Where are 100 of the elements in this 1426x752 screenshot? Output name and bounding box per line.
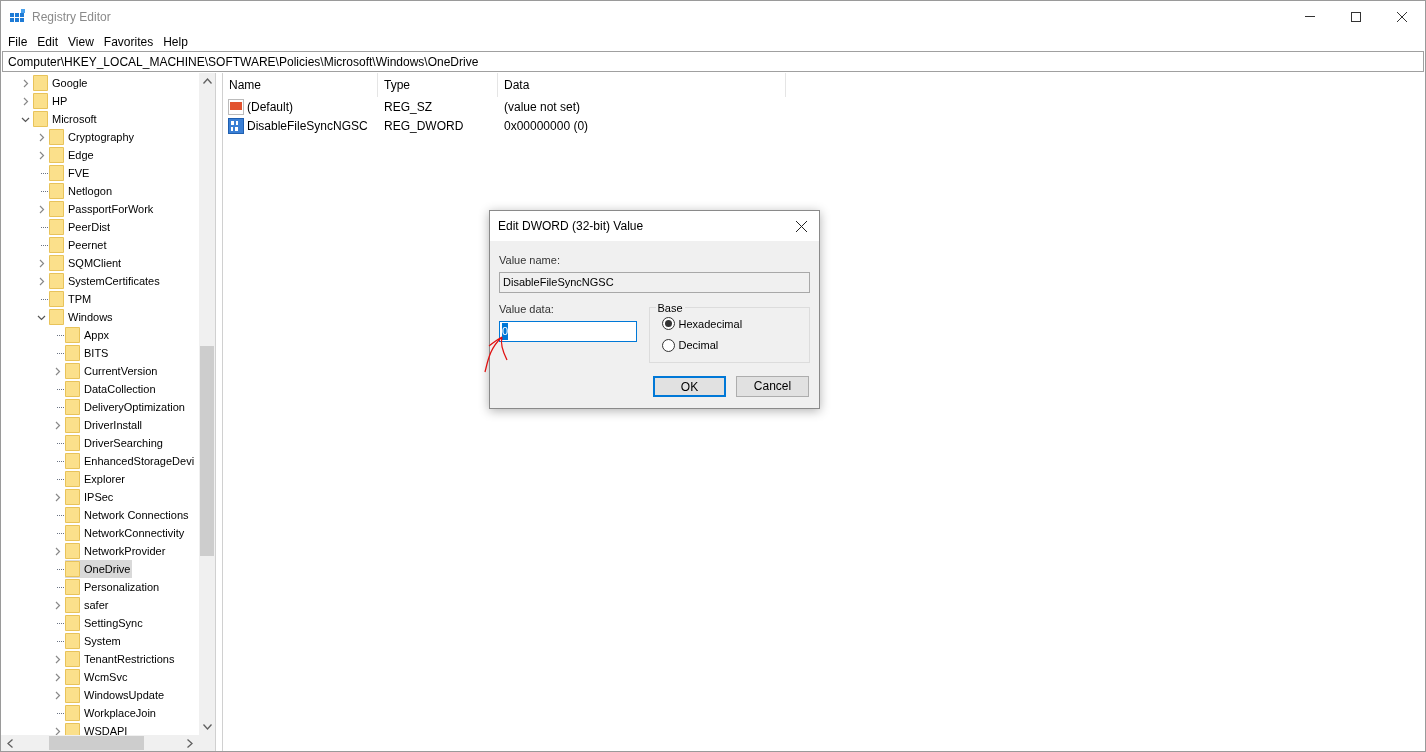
scroll-down-icon[interactable] [202, 724, 212, 730]
horizontal-scrollbar[interactable] [1, 735, 215, 751]
close-icon [795, 220, 807, 232]
radio-button[interactable] [661, 317, 675, 331]
folder-icon [33, 111, 48, 127]
value-data: (value not set) [504, 99, 581, 114]
folder-icon [49, 183, 64, 199]
menu-item[interactable]: File [3, 32, 33, 51]
radio-option[interactable]: Hexadecimal [661, 315, 809, 332]
value-data-field[interactable]: 0 [499, 321, 637, 342]
tree-item[interactable]: Microsoft [33, 110, 99, 128]
menu-item[interactable]: Favorites [98, 32, 159, 51]
tree-item[interactable]: Peernet [49, 236, 109, 254]
tree-item[interactable]: HP [33, 92, 70, 110]
tree-item[interactable]: WSDAPI [65, 722, 130, 735]
column-header[interactable]: Data [498, 73, 786, 97]
column-header[interactable]: Type [378, 73, 498, 97]
tree-item[interactable]: EnhancedStorageDevi [65, 452, 197, 470]
value-type: REG_SZ [384, 99, 432, 114]
folder-icon [65, 651, 80, 667]
tree-item[interactable]: Windows [49, 308, 115, 326]
tree-item[interactable]: Google [33, 74, 90, 92]
folder-icon [65, 345, 80, 361]
tree-item[interactable]: Appx [65, 326, 112, 344]
tree-item[interactable]: Edge [49, 146, 96, 164]
tree-item[interactable]: DriverInstall [65, 416, 145, 434]
tree-item[interactable]: Cryptography [49, 128, 137, 146]
tree-connector [56, 640, 64, 642]
tree-item[interactable]: TenantRestrictions [65, 650, 177, 668]
folder-icon [65, 381, 80, 397]
tree-item[interactable]: DriverSearching [65, 434, 165, 452]
tree-item[interactable]: Explorer [65, 470, 127, 488]
folder-icon [49, 165, 64, 181]
radio-option[interactable]: Decimal [661, 337, 809, 354]
vertical-scrollbar[interactable] [199, 73, 215, 735]
scrollbar-thumb[interactable] [49, 736, 144, 750]
value-name[interactable]: DisableFileSyncNGSC [247, 116, 368, 135]
folder-icon [49, 291, 64, 307]
tree-item[interactable]: WindowsUpdate [65, 686, 167, 704]
value-name[interactable]: (Default) [247, 97, 293, 116]
folder-icon [49, 219, 64, 235]
tree-item[interactable]: Personalization [65, 578, 162, 596]
tree-item[interactable]: PeerDist [49, 218, 113, 236]
folder-icon [65, 399, 80, 415]
tree-item[interactable]: OneDrive [65, 560, 133, 578]
folder-icon [65, 327, 80, 343]
tree-item[interactable]: System [65, 632, 123, 650]
tree-item[interactable]: TPM [49, 290, 94, 308]
tree-connector [56, 478, 64, 480]
tree-item[interactable]: safer [65, 596, 111, 614]
tree-item[interactable]: DeliveryOptimization [65, 398, 187, 416]
folder-icon [33, 93, 48, 109]
value-data-text: 0 [502, 323, 509, 340]
tree-item[interactable]: NetworkConnectivity [65, 524, 187, 542]
tree-item[interactable]: NetworkProvider [65, 542, 168, 560]
tree-item[interactable]: BITS [65, 344, 111, 362]
tree-item[interactable]: SettingSync [65, 614, 145, 632]
menu-item[interactable]: Help [158, 32, 193, 51]
tree-connector [56, 568, 64, 570]
tree-item[interactable]: WcmSvc [65, 668, 130, 686]
dialog-title: Edit DWORD (32-bit) Value [498, 218, 644, 235]
tree-item[interactable]: IPSec [65, 488, 116, 506]
folder-icon [49, 129, 64, 145]
field-label: Value name: [499, 253, 561, 268]
folder-icon [65, 363, 80, 379]
string-value-icon [228, 98, 244, 115]
scroll-right-icon[interactable] [187, 738, 193, 748]
tree-item[interactable]: WorkplaceJoin [65, 704, 158, 722]
value-name-field[interactable]: DisableFileSyncNGSC [499, 271, 810, 293]
tree-connector [40, 172, 48, 174]
dialog-button[interactable]: Cancel [736, 375, 809, 397]
tree-item[interactable]: Network Connections [65, 506, 191, 524]
column-header[interactable]: Name [223, 73, 378, 97]
value-data: 0x00000000 (0) [504, 118, 589, 133]
tree-item[interactable]: FVE [49, 164, 92, 182]
tree-item[interactable]: DataCollection [65, 380, 158, 398]
tree-item[interactable]: Netlogon [49, 182, 115, 200]
tree-item[interactable]: SQMClient [49, 254, 124, 272]
tree-item[interactable]: SystemCertificates [49, 272, 162, 290]
tree-item[interactable]: CurrentVersion [65, 362, 160, 380]
folder-icon [65, 525, 80, 541]
folder-icon [65, 453, 80, 469]
tree-connector [56, 622, 64, 624]
folder-icon [65, 669, 80, 685]
scroll-up-icon[interactable] [202, 78, 212, 84]
dialog-button[interactable]: OK [653, 375, 726, 397]
menu-item[interactable]: Edit [32, 32, 64, 51]
address-bar[interactable]: Computer\HKEY_LOCAL_MACHINE\SOFTWARE\Policies\Microsoft\Windows\OneDrive [2, 51, 1424, 72]
tree-item[interactable]: PassportForWork [49, 200, 156, 218]
menu-item[interactable]: View [63, 32, 99, 51]
tree-connector [40, 298, 48, 300]
folder-icon [65, 543, 80, 559]
tree-connector [56, 388, 64, 390]
folder-icon [65, 471, 80, 487]
field-label: Value data: [499, 301, 555, 317]
scroll-left-icon[interactable] [7, 738, 13, 748]
scrollbar-thumb[interactable] [200, 346, 214, 556]
registry-app-icon [10, 8, 26, 25]
radio-button[interactable] [661, 338, 675, 352]
folder-icon [65, 633, 80, 649]
